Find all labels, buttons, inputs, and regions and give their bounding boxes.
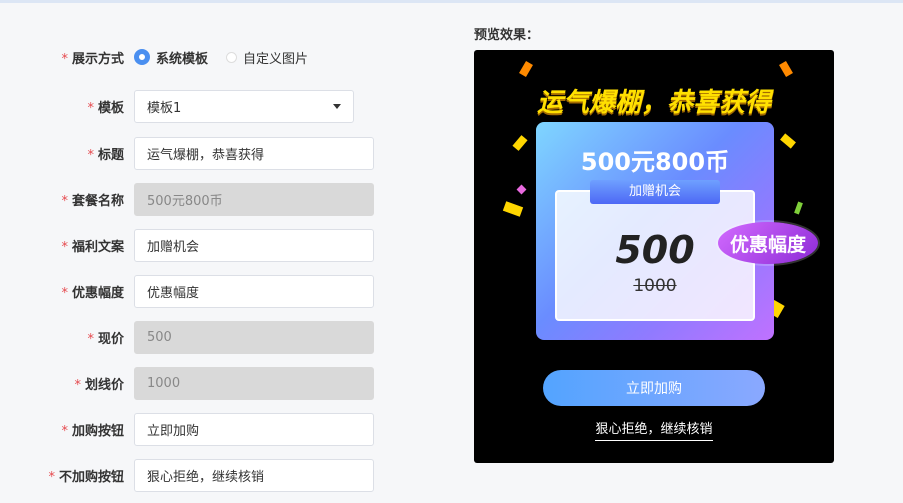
no-buy-button-label: * 不加购按钮 — [48, 469, 124, 485]
no-buy-button-row: * 不加购按钮 狠心拒绝，继续核销 — [0, 458, 440, 492]
display-mode-label: * 展示方式 — [61, 51, 124, 67]
preview-headline: 运气爆棚，恭喜获得 — [536, 88, 771, 118]
no-buy-button-input[interactable]: 狠心拒绝，继续核销 — [134, 458, 374, 492]
buy-button-label: * 加购按钮 — [61, 423, 124, 439]
radio-unchecked-icon — [226, 51, 238, 63]
buy-now-button[interactable]: 立即加购 — [543, 370, 765, 406]
package-name-input: 500元800币 — [134, 182, 374, 216]
current-price-label: * 现价 — [87, 331, 124, 347]
confetti-decoration — [516, 184, 527, 195]
original-price: 1000 — [633, 276, 677, 296]
radio-checked-icon — [134, 49, 150, 65]
price-box: 500 1000 — [555, 190, 755, 321]
benefit-text-row: * 福利文案 加赠机会 — [0, 228, 440, 262]
radio-custom-image[interactable]: 自定义图片 — [226, 48, 308, 67]
strike-price-row: * 划线价 1000 — [0, 366, 440, 400]
title-label: * 标题 — [87, 147, 124, 163]
refuse-link[interactable]: 狠心拒绝，继续核销 — [474, 418, 834, 441]
benefit-text-input[interactable]: 加赠机会 — [134, 228, 374, 262]
discount-input[interactable]: 优惠幅度 — [134, 274, 374, 308]
discount-label: * 优惠幅度 — [61, 285, 124, 301]
title-input[interactable]: 运气爆棚，恭喜获得 — [134, 136, 374, 170]
buy-button-row: * 加购按钮 立即加购 — [0, 412, 440, 446]
radio-system-template[interactable]: 系统模板 — [134, 48, 208, 67]
top-divider — [0, 0, 903, 3]
buy-button-input[interactable]: 立即加购 — [134, 412, 374, 446]
display-mode-row: * 展示方式 系统模板 自定义图片 — [0, 40, 440, 74]
title-row: * 标题 运气爆棚，恭喜获得 — [0, 136, 440, 170]
required-star: * — [61, 51, 68, 67]
template-row: * 模板 模板1 — [0, 89, 440, 123]
current-price-input: 500 — [134, 320, 374, 354]
confetti-decoration — [794, 201, 803, 215]
template-select[interactable]: 模板1 — [134, 89, 354, 123]
confetti-decoration — [779, 60, 793, 78]
confetti-decoration — [502, 201, 524, 217]
preview-heading: 预览效果： — [474, 28, 540, 43]
confetti-decoration — [780, 133, 796, 149]
discount-bubble: 优惠幅度 — [718, 222, 818, 264]
bonus-badge: 加赠机会 — [590, 180, 720, 204]
discount-row: * 优惠幅度 优惠幅度 — [0, 274, 440, 308]
benefit-text-label: * 福利文案 — [61, 239, 124, 255]
caret-down-icon — [333, 103, 341, 109]
preview-panel: 运气爆棚，恭喜获得 500元800币 500 1000 加赠机会 优惠幅度 立即… — [474, 50, 834, 463]
package-title: 500元800币 — [580, 148, 730, 176]
strike-price-label: * 划线价 — [74, 377, 124, 393]
current-price-row: * 现价 500 — [0, 320, 440, 354]
confetti-decoration — [512, 135, 528, 151]
template-label: * 模板 — [87, 100, 124, 116]
strike-price-input: 1000 — [134, 366, 374, 400]
confetti-decoration — [519, 60, 533, 78]
display-mode-radio-group: 系统模板 自定义图片 — [134, 48, 308, 67]
package-name-label: * 套餐名称 — [61, 193, 124, 209]
package-name-row: * 套餐名称 500元800币 — [0, 182, 440, 216]
